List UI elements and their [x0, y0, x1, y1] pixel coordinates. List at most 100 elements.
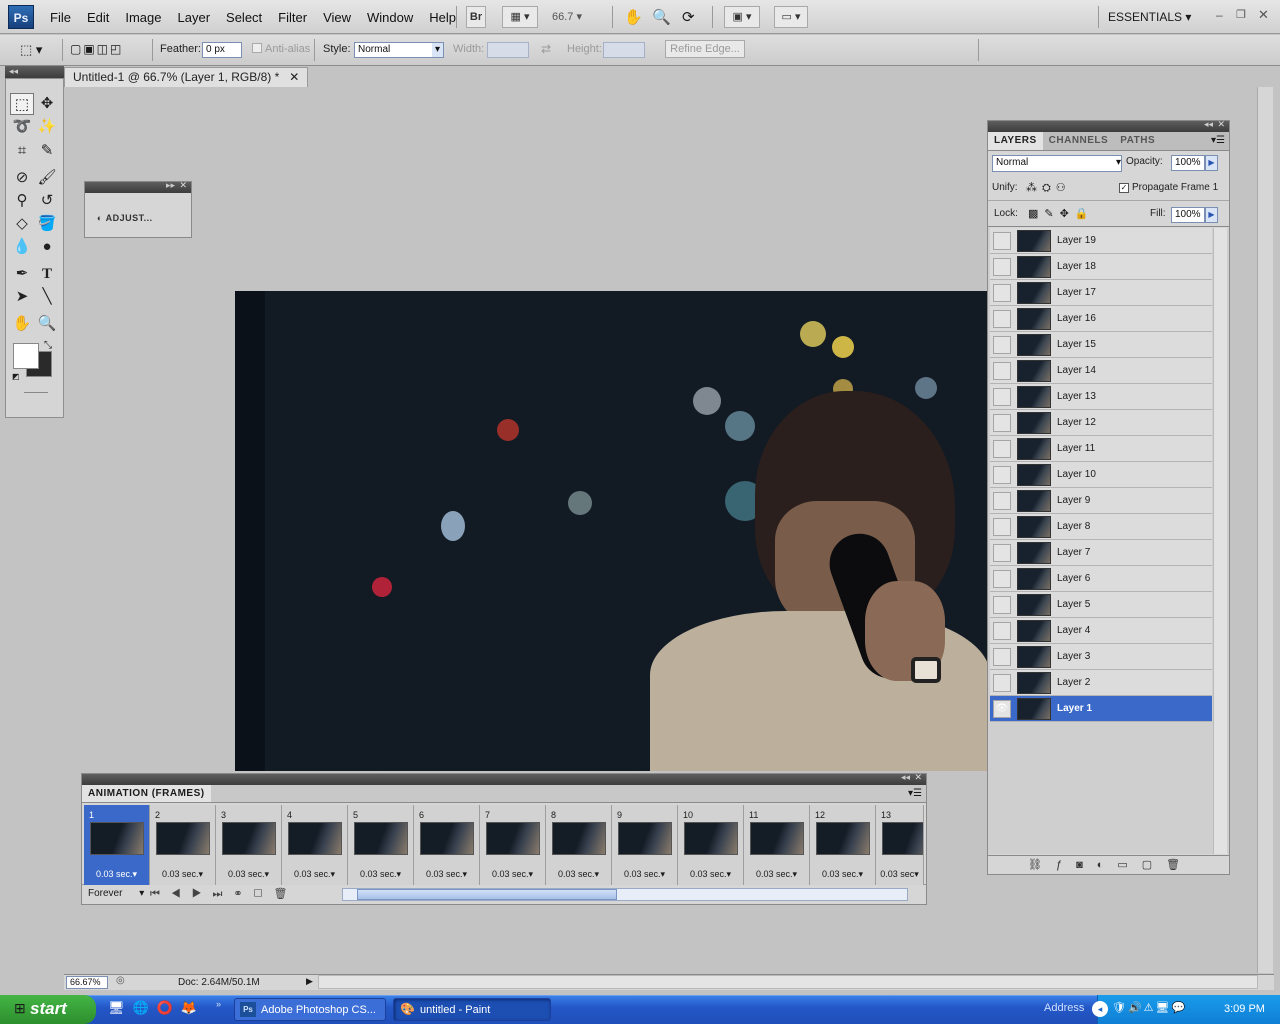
status-menu-arrow-icon[interactable]: ▶	[306, 976, 313, 987]
tab-channels[interactable]: CHANNELS	[1043, 132, 1115, 150]
layer-row[interactable]: Layer 7	[990, 540, 1212, 566]
frame-delay[interactable]: 0.03 sec.▾	[282, 869, 347, 880]
visibility-eye-icon[interactable]	[993, 335, 1011, 354]
frame-delay[interactable]: 0.03 sec.▾	[546, 869, 611, 880]
blur-icon[interactable]: 💧	[10, 236, 34, 258]
layer-row[interactable]: Layer 9	[990, 488, 1212, 514]
eyedropper-icon[interactable]: ✎	[35, 140, 59, 162]
layer-row[interactable]: Layer 16	[990, 306, 1212, 332]
scroll-thumb[interactable]	[357, 889, 617, 900]
layer-row[interactable]: Layer 8	[990, 514, 1212, 540]
layer-row[interactable]: Layer 5	[990, 592, 1212, 618]
frame-delay[interactable]: 0.03 sec.▾	[480, 869, 545, 880]
visibility-eye-icon[interactable]	[993, 673, 1011, 692]
animation-frame[interactable]: 6 0.03 sec.▾	[414, 805, 480, 885]
feather-input[interactable]: 0 px	[202, 42, 242, 58]
layer-row[interactable]: Layer 13	[990, 384, 1212, 410]
unify-icons[interactable]: ⁂⛭⚇	[1026, 181, 1071, 195]
loop-select[interactable]: Forever ▾	[88, 888, 144, 899]
visibility-eye-icon[interactable]	[993, 543, 1011, 562]
layer-row[interactable]: Layer 4	[990, 618, 1212, 644]
frame-delay[interactable]: 0.03 sec.▾	[150, 869, 215, 880]
crop-icon[interactable]: ⌗	[10, 140, 34, 162]
layer-row[interactable]: Layer 2	[990, 670, 1212, 696]
opacity-arrow-icon[interactable]: ▶	[1205, 155, 1218, 171]
frame-delay[interactable]: 0.03 sec.▾	[216, 869, 281, 880]
animation-frame[interactable]: 9 0.03 sec.▾	[612, 805, 678, 885]
frame-delay[interactable]: 0.03 sec.▾	[84, 869, 149, 880]
visibility-eye-icon[interactable]	[993, 283, 1011, 302]
menu-file[interactable]: File	[42, 10, 79, 25]
visibility-eye-icon[interactable]	[993, 439, 1011, 458]
rectangular-marquee-icon[interactable]: ⬚	[10, 93, 34, 115]
frame-delay[interactable]: 0.03 sec.▾	[678, 869, 743, 880]
fill-arrow-icon[interactable]: ▶	[1205, 207, 1218, 223]
animation-frame[interactable]: 7 0.03 sec.▾	[480, 805, 546, 885]
visibility-eye-icon[interactable]	[993, 257, 1011, 276]
tray-icons[interactable]: 🛡🔊⚠🖥💬	[1112, 1001, 1187, 1014]
healing-brush-icon[interactable]: ⊘	[10, 167, 34, 189]
tab-paths[interactable]: PATHS	[1114, 132, 1161, 150]
visibility-eye-icon[interactable]	[993, 595, 1011, 614]
hand-icon[interactable]: ✋	[10, 313, 34, 335]
pen-icon[interactable]: ✒	[10, 263, 34, 285]
marquee-preset-icon[interactable]: ⬚ ▾	[20, 42, 42, 58]
vertical-scrollbar[interactable]	[1257, 87, 1273, 973]
swap-colors-icon[interactable]: ⤡	[44, 340, 52, 351]
animation-frame[interactable]: 2 0.03 sec.▾	[150, 805, 216, 885]
menu-image[interactable]: Image	[117, 10, 169, 25]
panel-menu-icon[interactable]: ▾☰	[908, 788, 926, 799]
visibility-eye-icon[interactable]	[993, 517, 1011, 536]
foreground-color-swatch[interactable]	[13, 343, 39, 369]
visibility-eye-icon[interactable]	[993, 647, 1011, 666]
bridge-button[interactable]: Br	[466, 6, 486, 28]
type-tool-icon[interactable]: T	[35, 263, 59, 285]
visibility-eye-icon[interactable]	[993, 491, 1011, 510]
status-info-icon[interactable]: ◎	[116, 975, 125, 986]
layer-row[interactable]: Layer 10	[990, 462, 1212, 488]
layer-row[interactable]: Layer 11	[990, 436, 1212, 462]
layer-row[interactable]: Layer 6	[990, 566, 1212, 592]
eraser-icon[interactable]: ◇	[10, 213, 34, 235]
zoom-icon[interactable]: 🔍	[35, 313, 59, 335]
magic-wand-icon[interactable]: ✨	[35, 116, 59, 138]
close-panel-icon[interactable]: ✕	[914, 772, 922, 783]
layer-row[interactable]: Layer 15	[990, 332, 1212, 358]
layer-row[interactable]: Layer 3	[990, 644, 1212, 670]
fill-input[interactable]: 100%	[1171, 207, 1205, 223]
animation-frame[interactable]: 11 0.03 sec.▾	[744, 805, 810, 885]
frames-scrollbar[interactable]	[342, 888, 908, 901]
lock-icons[interactable]: ▩✎✥🔒	[1028, 207, 1095, 220]
menu-filter[interactable]: Filter	[270, 10, 315, 25]
layer-row[interactable]: Layer 14	[990, 358, 1212, 384]
visibility-eye-icon[interactable]	[993, 621, 1011, 640]
path-selection-icon[interactable]: ➤	[10, 286, 34, 308]
menu-layer[interactable]: Layer	[170, 10, 219, 25]
view-extras-button[interactable]: ▦ ▾	[502, 6, 538, 28]
move-tool-icon[interactable]: ✥	[35, 93, 59, 115]
menu-select[interactable]: Select	[218, 10, 270, 25]
clone-stamp-icon[interactable]: ⚲	[10, 190, 34, 212]
anti-alias-checkbox[interactable]	[252, 43, 262, 53]
layer-row[interactable]: Layer 18	[990, 254, 1212, 280]
layer-row[interactable]: Layer 17	[990, 280, 1212, 306]
tab-animation[interactable]: ANIMATION (FRAMES)	[82, 785, 211, 802]
frame-delay[interactable]: 0.03 sec.▾	[348, 869, 413, 880]
visibility-eye-icon[interactable]	[993, 309, 1011, 328]
paint-bucket-icon[interactable]: 🪣	[35, 213, 59, 235]
document-tab[interactable]: Untitled-1 @ 66.7% (Layer 1, RGB/8) * ✕	[64, 67, 309, 87]
quick-mask-icon[interactable]	[24, 392, 48, 393]
quick-launch-icons[interactable]: 🖥🌐⭕🦊	[108, 1000, 205, 1016]
propagate-checkbox[interactable]: ✓	[1119, 183, 1129, 193]
close-panel-icon[interactable]: ✕	[1217, 119, 1225, 130]
animation-frame[interactable]: 12 0.03 sec.▾	[810, 805, 876, 885]
menu-view[interactable]: View	[315, 10, 359, 25]
restore-icon[interactable]: ❐	[1236, 8, 1246, 21]
canvas-image[interactable]	[235, 291, 990, 771]
task-photoshop[interactable]: Adobe Photoshop CS...	[234, 998, 386, 1021]
visibility-eye-icon[interactable]: 👁	[993, 699, 1011, 718]
line-tool-icon[interactable]: ╲	[35, 286, 59, 308]
frame-delay[interactable]: 0.03 sec.▾	[744, 869, 809, 880]
layer-row[interactable]: Layer 19	[990, 228, 1212, 254]
frame-delay[interactable]: 0.03 sec.▾	[810, 869, 875, 880]
